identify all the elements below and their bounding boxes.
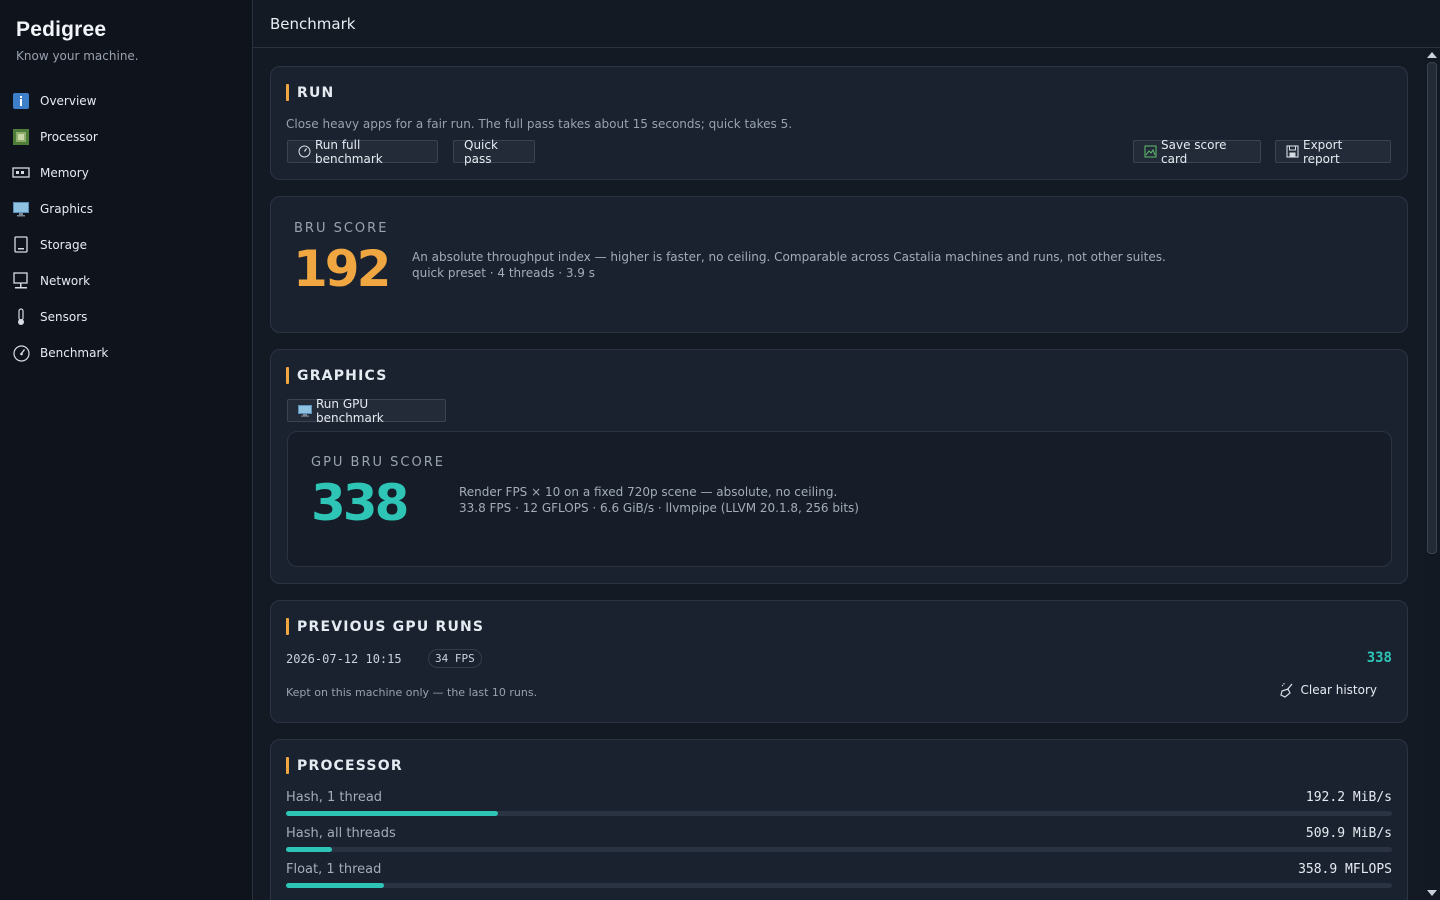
section-accent-bar bbox=[286, 618, 289, 635]
bru-score-details: quick preset · 4 threads · 3.9 s bbox=[412, 266, 595, 280]
previous-runs-title: PREVIOUS GPU RUNS bbox=[297, 618, 485, 635]
bru-score-description: An absolute throughput index — higher is… bbox=[412, 250, 1166, 264]
sidebar: Pedigree Know your machine. Overview Pro… bbox=[0, 0, 253, 900]
scroll-up-arrow-icon[interactable] bbox=[1427, 52, 1437, 58]
app-name: Pedigree bbox=[16, 18, 107, 41]
graphics-section-title: GRAPHICS bbox=[286, 367, 388, 384]
network-icon bbox=[12, 272, 30, 290]
run-card: RUN Close heavy apps for a fair run. The… bbox=[270, 66, 1408, 180]
sidebar-item-benchmark[interactable]: Benchmark bbox=[0, 335, 252, 371]
export-report-label: Export report bbox=[1303, 137, 1343, 166]
info-icon bbox=[12, 92, 30, 110]
metric-row: Hash, all threads 509.9 MiB/s bbox=[286, 826, 1392, 862]
page-header: Benchmark bbox=[253, 0, 1440, 48]
processor-title: PROCESSOR bbox=[297, 757, 403, 774]
thermometer-icon bbox=[12, 308, 30, 326]
clear-history-label: Clear history bbox=[1300, 683, 1377, 697]
scroll-thumb[interactable] bbox=[1427, 62, 1437, 554]
sidebar-item-label: Storage bbox=[40, 238, 87, 252]
metric-label: Float, 1 thread bbox=[286, 862, 382, 877]
sidebar-item-graphics[interactable]: Graphics bbox=[0, 191, 252, 227]
sidebar-item-label: Processor bbox=[40, 130, 98, 144]
gpu-score-label: GPU BRU SCORE bbox=[311, 455, 445, 470]
sidebar-item-memory[interactable]: Memory bbox=[0, 155, 252, 191]
main-scrollbar[interactable] bbox=[1424, 48, 1440, 900]
run-gpu-benchmark-button[interactable]: Run GPU benchmark bbox=[287, 396, 446, 425]
quick-pass-label: Quick pass bbox=[464, 137, 498, 166]
export-report-button[interactable]: Export report bbox=[1275, 137, 1391, 166]
metric-bar-track bbox=[286, 847, 1392, 852]
sidebar-item-label: Sensors bbox=[40, 310, 88, 324]
gauge-icon bbox=[298, 145, 311, 158]
sidebar-item-label: Benchmark bbox=[40, 346, 109, 360]
bru-score-label: BRU SCORE bbox=[294, 221, 389, 236]
run-title: RUN bbox=[297, 84, 335, 101]
run-gpu-benchmark-label: Run GPU benchmark bbox=[316, 396, 384, 425]
app-tagline: Know your machine. bbox=[16, 49, 139, 63]
fps-badge: 34 FPS bbox=[428, 649, 482, 668]
metric-value: 509.9 MiB/s bbox=[1305, 826, 1392, 841]
page-title: Benchmark bbox=[270, 15, 356, 33]
run-date: 2026-07-12 10:15 bbox=[286, 652, 402, 666]
sidebar-item-label: Memory bbox=[40, 166, 89, 180]
clear-history-button[interactable]: Clear history bbox=[1279, 682, 1377, 698]
sidebar-item-label: Network bbox=[40, 274, 91, 288]
sidebar-item-processor[interactable]: Processor bbox=[0, 119, 252, 155]
section-accent-bar bbox=[286, 757, 289, 774]
section-accent-bar bbox=[286, 367, 289, 384]
monitor-icon bbox=[12, 200, 30, 218]
sidebar-item-storage[interactable]: Storage bbox=[0, 227, 252, 263]
run-description: Close heavy apps for a fair run. The ful… bbox=[286, 117, 793, 131]
graphics-title: GRAPHICS bbox=[297, 367, 388, 384]
sidebar-item-overview[interactable]: Overview bbox=[0, 83, 252, 119]
gpu-score-description: Render FPS × 10 on a fixed 720p scene — … bbox=[459, 485, 838, 499]
metric-bar-track bbox=[286, 811, 1392, 816]
processor-card: PROCESSOR Hash, 1 thread 192.2 MiB/s Has… bbox=[270, 739, 1408, 900]
history-note: Kept on this machine only — the last 10 … bbox=[286, 686, 538, 699]
gpu-score-value: 338 bbox=[311, 474, 409, 532]
image-icon bbox=[1144, 145, 1157, 158]
metric-value: 358.9 MFLOPS bbox=[1298, 862, 1392, 877]
monitor-icon bbox=[298, 404, 312, 417]
metric-bar-fill bbox=[286, 883, 385, 888]
sidebar-item-network[interactable]: Network bbox=[0, 263, 252, 299]
gpu-score-details: 33.8 FPS · 12 GFLOPS · 6.6 GiB/s · llvmp… bbox=[459, 501, 859, 515]
metric-label: Hash, 1 thread bbox=[286, 790, 383, 805]
chip-icon bbox=[12, 128, 30, 146]
metric-row: Hash, 1 thread 192.2 MiB/s bbox=[286, 790, 1392, 826]
broom-icon bbox=[1279, 682, 1295, 698]
gauge-icon bbox=[12, 344, 30, 362]
save-icon bbox=[1286, 145, 1299, 158]
metric-bar-track bbox=[286, 883, 1392, 888]
metric-label: Hash, all threads bbox=[286, 826, 396, 841]
sidebar-item-label: Graphics bbox=[40, 202, 93, 216]
memory-icon bbox=[12, 164, 30, 182]
graphics-card: GRAPHICS Run GPU benchmark GPU BRU SCORE… bbox=[270, 349, 1408, 584]
scroll-down-arrow-icon[interactable] bbox=[1427, 890, 1437, 896]
section-accent-bar bbox=[286, 84, 289, 101]
quick-pass-button[interactable]: Quick pass bbox=[453, 137, 535, 166]
sidebar-item-label: Overview bbox=[40, 94, 97, 108]
metric-row: Float, 1 thread 358.9 MFLOPS bbox=[286, 862, 1392, 898]
sidebar-nav: Overview Processor Memory Graphics Stora… bbox=[0, 83, 252, 371]
bru-score-card: BRU SCORE 192 An absolute throughput ind… bbox=[270, 196, 1408, 333]
save-score-card-label: Save score card bbox=[1161, 137, 1227, 166]
run-full-benchmark-button[interactable]: Run full benchmark bbox=[287, 137, 438, 166]
run-section-title: RUN bbox=[286, 84, 334, 101]
sidebar-item-sensors[interactable]: Sensors bbox=[0, 299, 252, 335]
run-full-benchmark-label: Run full benchmark bbox=[315, 137, 383, 166]
processor-section-title: PROCESSOR bbox=[286, 757, 403, 774]
gpu-score-panel: GPU BRU SCORE 338 Render FPS × 10 on a f… bbox=[287, 431, 1392, 567]
save-score-card-button[interactable]: Save score card bbox=[1133, 137, 1261, 166]
metric-bar-fill bbox=[286, 847, 333, 852]
run-score: 338 bbox=[1366, 650, 1392, 666]
metric-value: 192.2 MiB/s bbox=[1305, 790, 1392, 805]
previous-runs-section-title: PREVIOUS GPU RUNS bbox=[286, 618, 484, 635]
previous-gpu-runs-card: PREVIOUS GPU RUNS 2026-07-12 10:15 34 FP… bbox=[270, 600, 1408, 723]
storage-icon bbox=[12, 236, 30, 254]
metric-bar-fill bbox=[286, 811, 499, 816]
bru-score-value: 192 bbox=[293, 240, 391, 298]
